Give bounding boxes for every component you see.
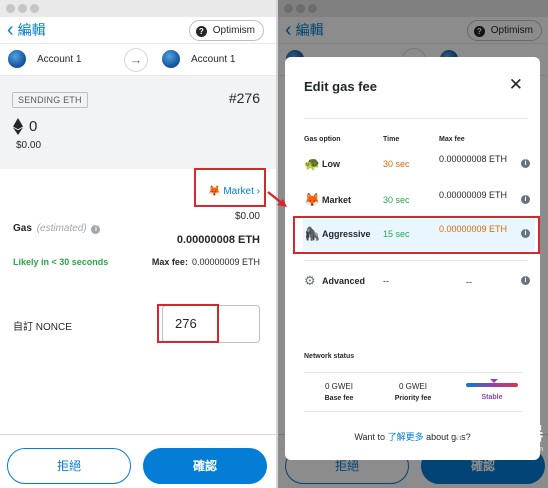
learn-more-link[interactable]: 了解更多 (388, 432, 424, 442)
window-dot[interactable] (18, 4, 27, 13)
stable-label: Stable (481, 394, 503, 401)
to-account[interactable]: Account 1 (162, 50, 235, 70)
gas-option-advanced[interactable]: ⚙ Advanced -- -- i (304, 266, 532, 298)
option-fee: 0.00000008 ETH (439, 154, 508, 164)
question-icon: ? (195, 26, 207, 37)
gas-label-row: Gas (estimated) i (13, 223, 101, 234)
arrow-right-icon: → (124, 48, 148, 72)
fiat-amount: $0.00 (16, 140, 42, 151)
gas-eth: 0.00000008 ETH (176, 234, 260, 246)
likely-time: Likely in < 30 seconds (13, 257, 109, 267)
fox-icon: 🦊 (304, 192, 321, 207)
network-name: Optimism (212, 25, 255, 36)
stability-marker (490, 379, 498, 383)
highlight-box (293, 216, 540, 254)
network-stability: Stable (462, 379, 522, 401)
edit-gas-fee-modal: Edit gas fee ✕ Gas option Time Max fee 🐢… (285, 57, 540, 460)
avatar (8, 50, 26, 69)
column-header-max-fee: Max fee (439, 136, 465, 143)
option-time: 30 sec (383, 195, 410, 205)
highlight-box (194, 168, 266, 207)
transaction-summary: SENDING ETH #276 0 $0.00 (0, 76, 276, 169)
divider (304, 118, 528, 119)
turtle-icon: 🐢 (304, 156, 321, 171)
left-panel: ‹ 編輯 ? Optimism Account 1 → Account 1 SEND… (0, 0, 276, 488)
watermark-text: 路由器 (489, 424, 543, 444)
priority-fee-value: 0 GWEI (398, 382, 427, 391)
max-fee: Max fee: 0.00000009 ETH (152, 257, 260, 267)
option-name: Advanced (322, 276, 366, 286)
priority-fee: 0 GWEI Priority fee (383, 382, 443, 402)
watermark-logo-icon (457, 423, 485, 451)
info-icon[interactable]: i (521, 159, 530, 168)
option-name: Low (322, 159, 340, 169)
gas-label: Gas (13, 223, 32, 234)
modal-title: Edit gas fee (304, 79, 377, 94)
gear-icon: ⚙ (304, 273, 316, 288)
right-panel: ‹編輯 ?Optimism → 拒絕 確認 Edit gas fee ✕ Gas… (278, 0, 548, 488)
custom-nonce-label: 自訂 NONCE (13, 322, 72, 333)
from-account-name: Account 1 (37, 54, 82, 65)
eth-amount-value: 0 (29, 118, 38, 135)
watermark: 路由器 luyouqi.com (451, 423, 543, 467)
max-fee-value: 0.00000009 ETH (191, 257, 260, 267)
network-status-label: Network status (304, 353, 355, 360)
gas-option-market[interactable]: 🦊 Market 30 sec 0.00000009 ETH i (304, 185, 532, 217)
info-icon[interactable]: i (521, 276, 530, 285)
base-fee-value: 0 GWEI (324, 382, 353, 391)
option-fee: 0.00000009 ETH (439, 190, 508, 200)
ethereum-icon (13, 118, 23, 135)
confirm-button[interactable]: 確認 (143, 448, 267, 484)
max-fee-label: Max fee: (151, 257, 188, 267)
avatar (162, 50, 180, 69)
reject-button[interactable]: 拒絕 (7, 448, 131, 484)
footer: 拒絕 確認 (0, 434, 276, 488)
window-dot[interactable] (6, 4, 15, 13)
option-time: -- (383, 276, 389, 286)
base-fee-label: Base fee (324, 395, 354, 402)
gas-estimated-label: (estimated) (36, 223, 87, 234)
gas-option-low[interactable]: 🐢 Low 30 sec 0.00000008 ETH i (304, 149, 532, 181)
transaction-number: #276 (228, 90, 260, 106)
gas-fiat: $0.00 (234, 211, 260, 222)
stability-bar (466, 379, 518, 387)
from-account[interactable]: Account 1 (8, 50, 81, 70)
highlight-box (157, 304, 219, 343)
network-status-box: 0 GWEI Base fee 0 GWEI Priority fee Stab… (304, 372, 522, 412)
to-account-name: Account 1 (191, 54, 236, 65)
option-time: 30 sec (383, 159, 410, 169)
window-titlebar (0, 0, 276, 17)
sending-badge: SENDING ETH (12, 92, 88, 108)
base-fee: 0 GWEI Base fee (309, 382, 369, 402)
column-header-option: Gas option (304, 136, 341, 143)
eth-amount: 0 (13, 118, 37, 136)
red-arrow-icon (267, 191, 287, 207)
back-label: 編輯 (17, 22, 46, 38)
learn-more-prefix: Want to (354, 432, 388, 442)
account-row: Account 1 → Account 1 (0, 43, 276, 76)
network-selector[interactable]: ? Optimism (188, 20, 264, 41)
header: ‹ 編輯 ? Optimism (0, 17, 276, 43)
chevron-left-icon: ‹ (7, 19, 14, 41)
close-icon[interactable]: ✕ (509, 76, 523, 93)
back-button[interactable]: ‹ 編輯 (7, 20, 46, 41)
priority-fee-label: Priority fee (394, 395, 432, 402)
window-dot[interactable] (30, 4, 39, 13)
column-header-time: Time (383, 136, 400, 143)
info-icon[interactable]: i (521, 195, 530, 204)
info-icon[interactable]: i (91, 225, 101, 234)
divider (304, 260, 528, 261)
option-name: Market (322, 195, 352, 205)
